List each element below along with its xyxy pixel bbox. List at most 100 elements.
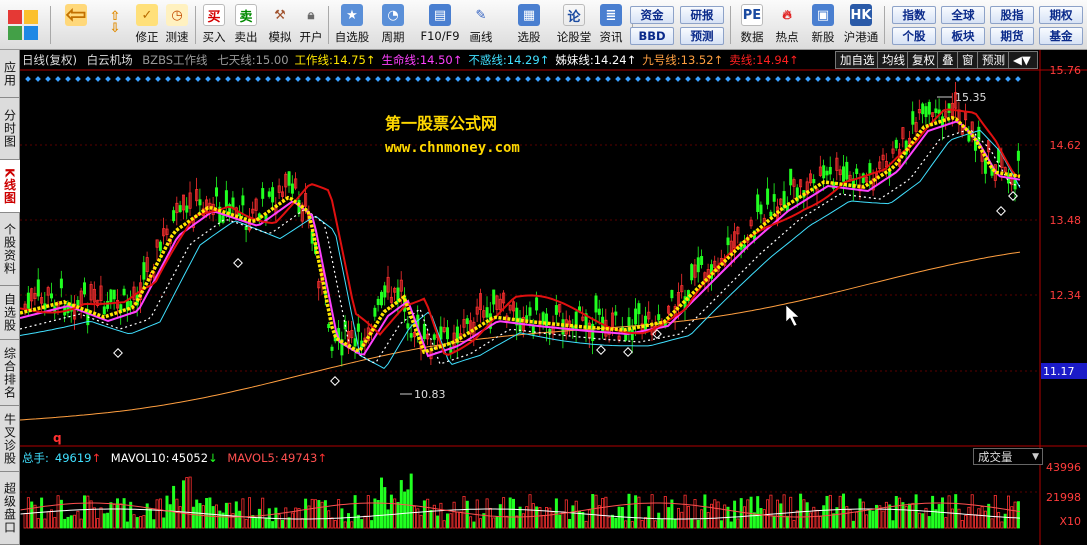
stock-name: 白云机场 xyxy=(86,53,133,67)
tab-0[interactable]: 应用 xyxy=(0,50,20,98)
low-annotation: 10.83 xyxy=(414,388,446,401)
research-pill[interactable]: 研报 xyxy=(680,6,724,24)
candle-body xyxy=(376,298,380,306)
volume-bar xyxy=(614,517,618,529)
candle-body xyxy=(287,171,291,186)
chart-control-0[interactable]: 加自选 xyxy=(835,51,880,69)
volume-bar xyxy=(908,503,912,529)
candle-body xyxy=(310,230,314,244)
volume-bar xyxy=(66,516,70,529)
futures-pill[interactable]: 期货 xyxy=(990,27,1034,45)
open-account-button[interactable]: 🔒︎ 开户 xyxy=(296,4,326,48)
tab-7[interactable]: 超级盘口 xyxy=(0,472,20,545)
news-button[interactable]: ≣ 资讯 xyxy=(596,4,626,48)
f10-button[interactable]: ▤ F10/F9 xyxy=(420,4,460,48)
sector-pill[interactable]: 板块 xyxy=(941,27,985,45)
individual-pill[interactable]: 个股 xyxy=(892,27,936,45)
chart-control-5[interactable]: 预测 xyxy=(977,51,1010,69)
total-volume-arrow: ↑ xyxy=(91,451,102,465)
watermark-url: www.chnmoney.com xyxy=(385,140,520,156)
chart-control-1[interactable]: 均线 xyxy=(877,51,910,69)
signal-letter: q xyxy=(53,431,62,445)
candle-body xyxy=(330,346,334,351)
hammer-icon: ⚒ xyxy=(274,7,286,23)
volume-bar xyxy=(152,519,156,529)
options-pill[interactable]: 期权 xyxy=(1039,6,1083,24)
indicator-line-1: 工作线:14.75↑ xyxy=(294,53,376,67)
back-button[interactable]: ⇦ xyxy=(62,0,90,48)
forecast-pill[interactable]: 预测 xyxy=(680,27,724,45)
candle-body xyxy=(261,188,265,199)
modify-button-label: 修正 xyxy=(135,30,159,44)
buy-button[interactable]: 买买入 xyxy=(200,4,228,48)
tab-5[interactable]: 综合排名 xyxy=(0,340,20,406)
volume-bar xyxy=(102,513,106,529)
volume-bar xyxy=(323,500,327,529)
chevron-down-icon: ▼ xyxy=(1032,451,1039,462)
volume-bar xyxy=(211,506,215,529)
candle-body xyxy=(409,333,413,338)
bbd-pill[interactable]: BBD xyxy=(630,27,674,45)
stock-software-window: ⇦ ⇧ ⇩ ✓ 修正 ◷ 测速买买入卖卖出 ⚒ 模拟 🔒︎ 开户 ★ 自选股 ◔ 周期 ▤ F10/F9 ✎ 画线 ▦… xyxy=(0,0,1087,545)
indicator-line-3: 不惑线:14.29↑ xyxy=(468,53,550,67)
candle-body xyxy=(594,295,598,313)
modify-button[interactable]: ✓ 修正 xyxy=(132,4,162,48)
up-down-button[interactable]: ⇧ ⇩ xyxy=(102,4,128,48)
volume-bar xyxy=(571,505,575,529)
toolbar-divider xyxy=(884,6,885,44)
candle-body xyxy=(630,329,634,341)
tab-6[interactable]: 牛叉诊股 xyxy=(0,406,20,472)
simulate-button[interactable]: ⚒ 模拟 xyxy=(265,4,295,48)
candle-body xyxy=(432,334,436,340)
tab-3[interactable]: 个股资料 xyxy=(0,213,20,286)
kline-chart-panel[interactable]: 15.35 10.83 q 日线(复权) 白云机场 BZBS工作线 七天线:15.0… xyxy=(20,50,1087,545)
more-menu-icon[interactable]: ◀▼ xyxy=(1008,51,1038,69)
sell-icon: 卖 xyxy=(235,4,257,26)
global-pill[interactable]: 全球 xyxy=(941,6,985,24)
bonds-pill[interactable]: 股指 xyxy=(990,6,1034,24)
chart-control-2[interactable]: 复权 xyxy=(907,51,940,69)
funds-pill[interactable]: 资金 xyxy=(630,6,674,24)
candle-body xyxy=(554,305,558,315)
f10-button-label: F10/F9 xyxy=(420,29,460,43)
period-button[interactable]: ◔ 周期 xyxy=(378,4,408,48)
tab-4[interactable]: 自选股 xyxy=(0,286,20,340)
mavol10-arrow: ↓ xyxy=(208,451,218,465)
candle-body xyxy=(172,210,176,222)
open-account-button-label: 开户 xyxy=(299,30,323,44)
forum-button[interactable]: 论论股堂 xyxy=(556,4,592,48)
current-price-tag: 11.17 xyxy=(1041,363,1087,379)
draw-button[interactable]: ✎ 画线 xyxy=(466,4,496,48)
kline-chart-canvas[interactable]: 15.35 10.83 q xyxy=(20,50,1087,545)
candle-body xyxy=(422,323,426,340)
tab-2[interactable]: K线图 xyxy=(0,160,20,213)
tab-1[interactable]: 分时图 xyxy=(0,98,20,160)
sell-button[interactable]: 卖卖出 xyxy=(232,4,260,48)
candle-body xyxy=(983,158,987,174)
toolbar-divider xyxy=(50,6,51,44)
watchlist-button[interactable]: ★ 自选股 xyxy=(334,4,370,48)
data-button[interactable]: PE 数据 xyxy=(736,4,768,48)
indicator-values: 七天线:15.00 工作线:14.75↑ 生命线:14.50↑ 不惑线:14.29↑ 姊… xyxy=(217,53,804,67)
test-button[interactable]: ◷ 测速 xyxy=(162,4,192,48)
hk-connect-button[interactable]: HK 沪港通 xyxy=(842,4,880,48)
new-stock-button[interactable]: ▣ 新股 xyxy=(808,4,838,48)
volume-bar xyxy=(116,498,120,529)
fund-pill[interactable]: 基金 xyxy=(1039,27,1083,45)
volume-bar xyxy=(436,515,440,529)
candle-body xyxy=(597,308,601,315)
chart-control-3[interactable]: 叠 xyxy=(937,51,959,69)
candle-body xyxy=(26,292,30,309)
candle-body xyxy=(637,303,641,315)
select-stock-button[interactable]: ▦ 选股 xyxy=(512,4,546,48)
index-pill[interactable]: 指数 xyxy=(892,6,936,24)
volume-indicator-select[interactable]: 成交量 ▼ xyxy=(973,448,1043,465)
chart-control-4[interactable]: 窗 xyxy=(957,51,979,69)
volume-bar xyxy=(927,516,931,529)
total-volume-value: 49619 xyxy=(54,451,92,465)
volume-bar xyxy=(30,501,34,529)
candle-body xyxy=(383,285,387,298)
hotspot-button[interactable]: 🔥︎ 热点 xyxy=(772,4,802,48)
volume-bar xyxy=(386,509,390,529)
candle-body xyxy=(759,204,763,215)
